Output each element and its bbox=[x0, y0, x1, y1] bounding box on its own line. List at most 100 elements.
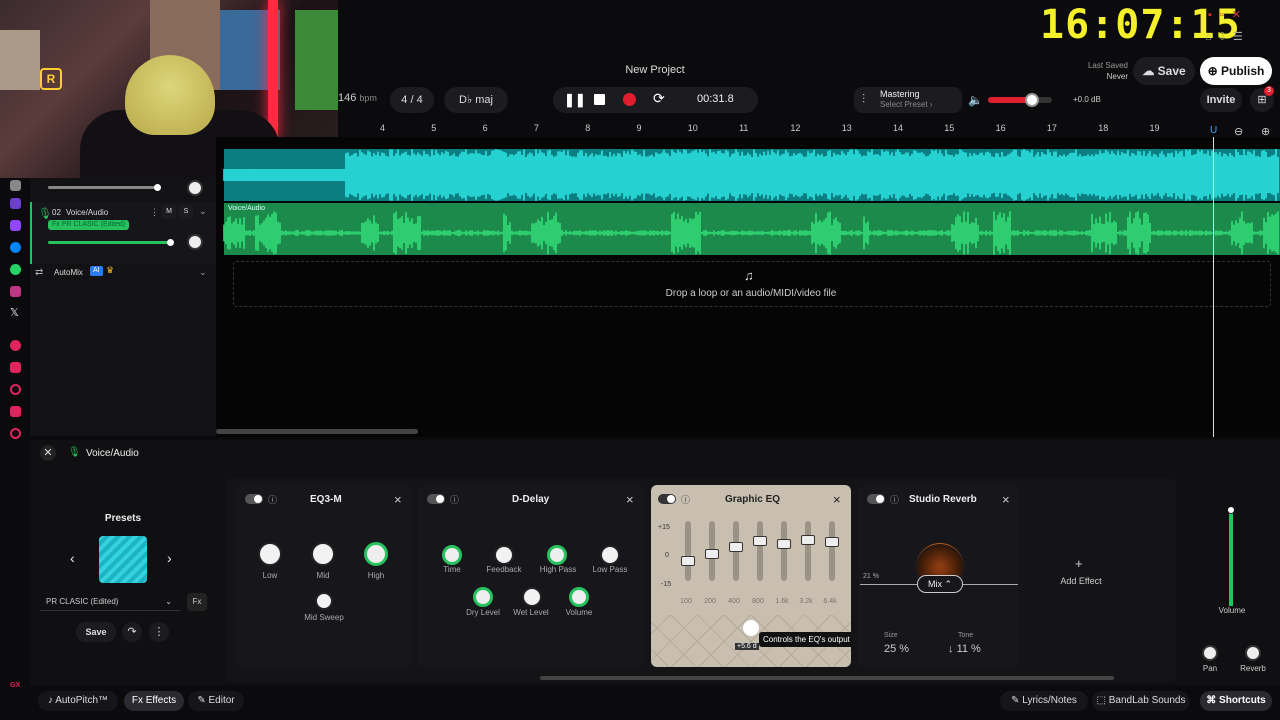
bandlab-sounds-tab[interactable]: ⬚ BandLab Sounds bbox=[1092, 691, 1190, 711]
delay-feedback-knob[interactable] bbox=[494, 545, 514, 565]
history-icon[interactable] bbox=[10, 384, 21, 395]
preset-artwork[interactable] bbox=[99, 536, 147, 583]
fx-bypass-icon[interactable]: Fx bbox=[187, 593, 207, 611]
add-effect-button[interactable]: Add Effect bbox=[1040, 576, 1122, 586]
shortcuts-tab[interactable]: ⌘ Shortcuts bbox=[1200, 691, 1272, 711]
window-controls[interactable]: ▪▫✕ bbox=[1208, 8, 1278, 22]
speaker-icon[interactable]: 🔈 bbox=[968, 93, 983, 107]
geq-band-track[interactable] bbox=[829, 521, 835, 581]
effects-tab[interactable]: Fx Effects bbox=[124, 691, 184, 711]
prev-preset-icon[interactable]: ‹ bbox=[70, 550, 75, 566]
delay-volume-knob[interactable] bbox=[569, 587, 589, 607]
reverb-tone-value[interactable]: ↓ 11 % bbox=[948, 643, 981, 655]
rack-scrollbar[interactable] bbox=[540, 676, 1114, 680]
fx-badge[interactable]: Fx PR CLASIC (Edited) bbox=[48, 220, 130, 230]
geq-band-handle[interactable] bbox=[681, 556, 695, 566]
geq-band-handle[interactable] bbox=[777, 539, 791, 549]
mute-button[interactable]: M bbox=[162, 205, 176, 219]
geq-band-track[interactable] bbox=[781, 521, 787, 581]
geq-band-handle[interactable] bbox=[705, 548, 719, 559]
automix-label[interactable]: AutoMix bbox=[54, 268, 83, 277]
geq-band-track[interactable] bbox=[685, 521, 691, 581]
horizontal-scrollbar[interactable] bbox=[216, 429, 418, 434]
geq-band-handle[interactable] bbox=[729, 542, 743, 552]
arrangement-area[interactable]: Voice/Audio ♫ Drop a loop or an audio/MI… bbox=[216, 137, 1280, 437]
messenger-icon[interactable] bbox=[10, 242, 21, 253]
track-1-pan-knob[interactable] bbox=[187, 180, 203, 196]
share-icon[interactable]: ↷ bbox=[122, 622, 142, 642]
autopitch-tab[interactable]: ♪ AutoPitch™ bbox=[38, 691, 118, 711]
eq3m-info-icon[interactable]: ⓘ bbox=[268, 493, 277, 506]
delay-toggle[interactable] bbox=[427, 494, 445, 504]
gx-icon[interactable]: GX bbox=[10, 682, 20, 689]
reverb-info-icon[interactable]: ⓘ bbox=[890, 493, 899, 506]
track-1-volume-slider[interactable] bbox=[48, 186, 158, 189]
record-button[interactable] bbox=[623, 93, 636, 106]
loop-icon[interactable]: ⟳ bbox=[653, 90, 665, 107]
twitch-icon[interactable] bbox=[10, 220, 21, 231]
preset-dropdown[interactable]: PR CLASIC (Edited) ⌄ bbox=[40, 593, 180, 611]
geq-band-handle[interactable] bbox=[825, 537, 839, 547]
track-2-pan-knob[interactable] bbox=[187, 234, 203, 250]
delay-wet-knob[interactable] bbox=[522, 587, 542, 607]
plus-icon[interactable]: + bbox=[1075, 556, 1083, 571]
pause-button[interactable]: ❚❚ bbox=[564, 92, 586, 108]
toolbar-icons[interactable]: ⌂⇩☰ bbox=[1205, 30, 1249, 43]
invite-button[interactable]: Invite bbox=[1200, 88, 1242, 112]
eq3m-mid-sweep-knob[interactable] bbox=[315, 592, 333, 610]
eq3m-mid-knob[interactable] bbox=[311, 542, 335, 566]
geq-info-icon[interactable]: ⓘ bbox=[681, 493, 690, 506]
delay-dry-knob[interactable] bbox=[473, 587, 493, 607]
geq-close-icon[interactable]: × bbox=[833, 492, 841, 507]
geq-band-track[interactable] bbox=[805, 521, 811, 581]
eq3m-toggle[interactable] bbox=[245, 494, 263, 504]
settings-icon[interactable] bbox=[10, 428, 21, 439]
preset-save-button[interactable]: Save bbox=[76, 622, 116, 642]
pin-icon[interactable] bbox=[10, 362, 21, 373]
timeline-ruler[interactable]: 4 5 6 7 8 9 10 11 12 13 14 15 16 17 18 19 bbox=[338, 121, 1280, 137]
save-button[interactable]: ☁ Save bbox=[1133, 57, 1195, 85]
eq3m-close-icon[interactable]: × bbox=[394, 492, 402, 507]
extension-icon[interactable] bbox=[10, 406, 21, 417]
playhead[interactable] bbox=[1213, 137, 1214, 437]
editor-tab[interactable]: ✎ Editor bbox=[188, 691, 244, 711]
geq-toggle[interactable] bbox=[658, 494, 676, 504]
track-2-volume-handle[interactable] bbox=[167, 239, 174, 246]
reverb-send-knob[interactable] bbox=[1245, 645, 1261, 661]
key-selector[interactable]: D♭ maj bbox=[444, 87, 508, 113]
track-menu-icon[interactable]: ⋮ bbox=[150, 207, 159, 218]
volume-fader-handle[interactable] bbox=[1228, 507, 1234, 513]
close-panel-button[interactable]: ✕ bbox=[40, 445, 56, 461]
reverb-close-icon[interactable]: × bbox=[1002, 492, 1010, 507]
github-icon[interactable] bbox=[10, 180, 21, 191]
reverb-mix-selector[interactable]: Mix ⌃ bbox=[917, 575, 963, 593]
publish-button[interactable]: ⊕ Publish bbox=[1200, 57, 1272, 85]
geq-band-handle[interactable] bbox=[753, 536, 767, 546]
lyrics-notes-tab[interactable]: ✎ Lyrics/Notes bbox=[1000, 691, 1088, 711]
geq-band-handle[interactable] bbox=[801, 535, 815, 545]
track-2-clip[interactable] bbox=[224, 203, 1280, 255]
whatsapp-icon[interactable] bbox=[10, 264, 21, 275]
bpm-display[interactable]: 146 bpm bbox=[338, 92, 377, 104]
reverb-size-value[interactable]: 25 % bbox=[884, 643, 909, 655]
project-title[interactable]: New Project bbox=[600, 64, 710, 76]
delay-time-knob[interactable] bbox=[442, 545, 462, 565]
automix-chevron-icon[interactable]: ⌄ bbox=[199, 267, 207, 278]
x-icon[interactable]: 𝕏 bbox=[10, 306, 19, 319]
pan-knob[interactable] bbox=[1202, 645, 1218, 661]
track-1-volume-handle[interactable] bbox=[154, 184, 161, 191]
chevron-down-icon[interactable]: ⌄ bbox=[199, 206, 207, 217]
track-name[interactable]: Voice/Audio bbox=[66, 208, 108, 217]
delay-close-icon[interactable]: × bbox=[626, 492, 634, 507]
time-signature[interactable]: 4 / 4 bbox=[390, 87, 434, 113]
eq3m-low-knob[interactable] bbox=[258, 542, 282, 566]
delay-info-icon[interactable]: ⓘ bbox=[450, 493, 459, 506]
geq-band-track[interactable] bbox=[757, 521, 763, 581]
solo-button[interactable]: S bbox=[179, 205, 193, 219]
eq3m-high-knob[interactable] bbox=[364, 542, 388, 566]
snap-icon[interactable]: U bbox=[1210, 125, 1220, 137]
delay-highpass-knob[interactable] bbox=[547, 545, 567, 565]
cs-icon[interactable] bbox=[10, 198, 21, 209]
delay-lowpass-knob[interactable] bbox=[600, 545, 620, 565]
geq-output-knob[interactable] bbox=[743, 620, 759, 636]
